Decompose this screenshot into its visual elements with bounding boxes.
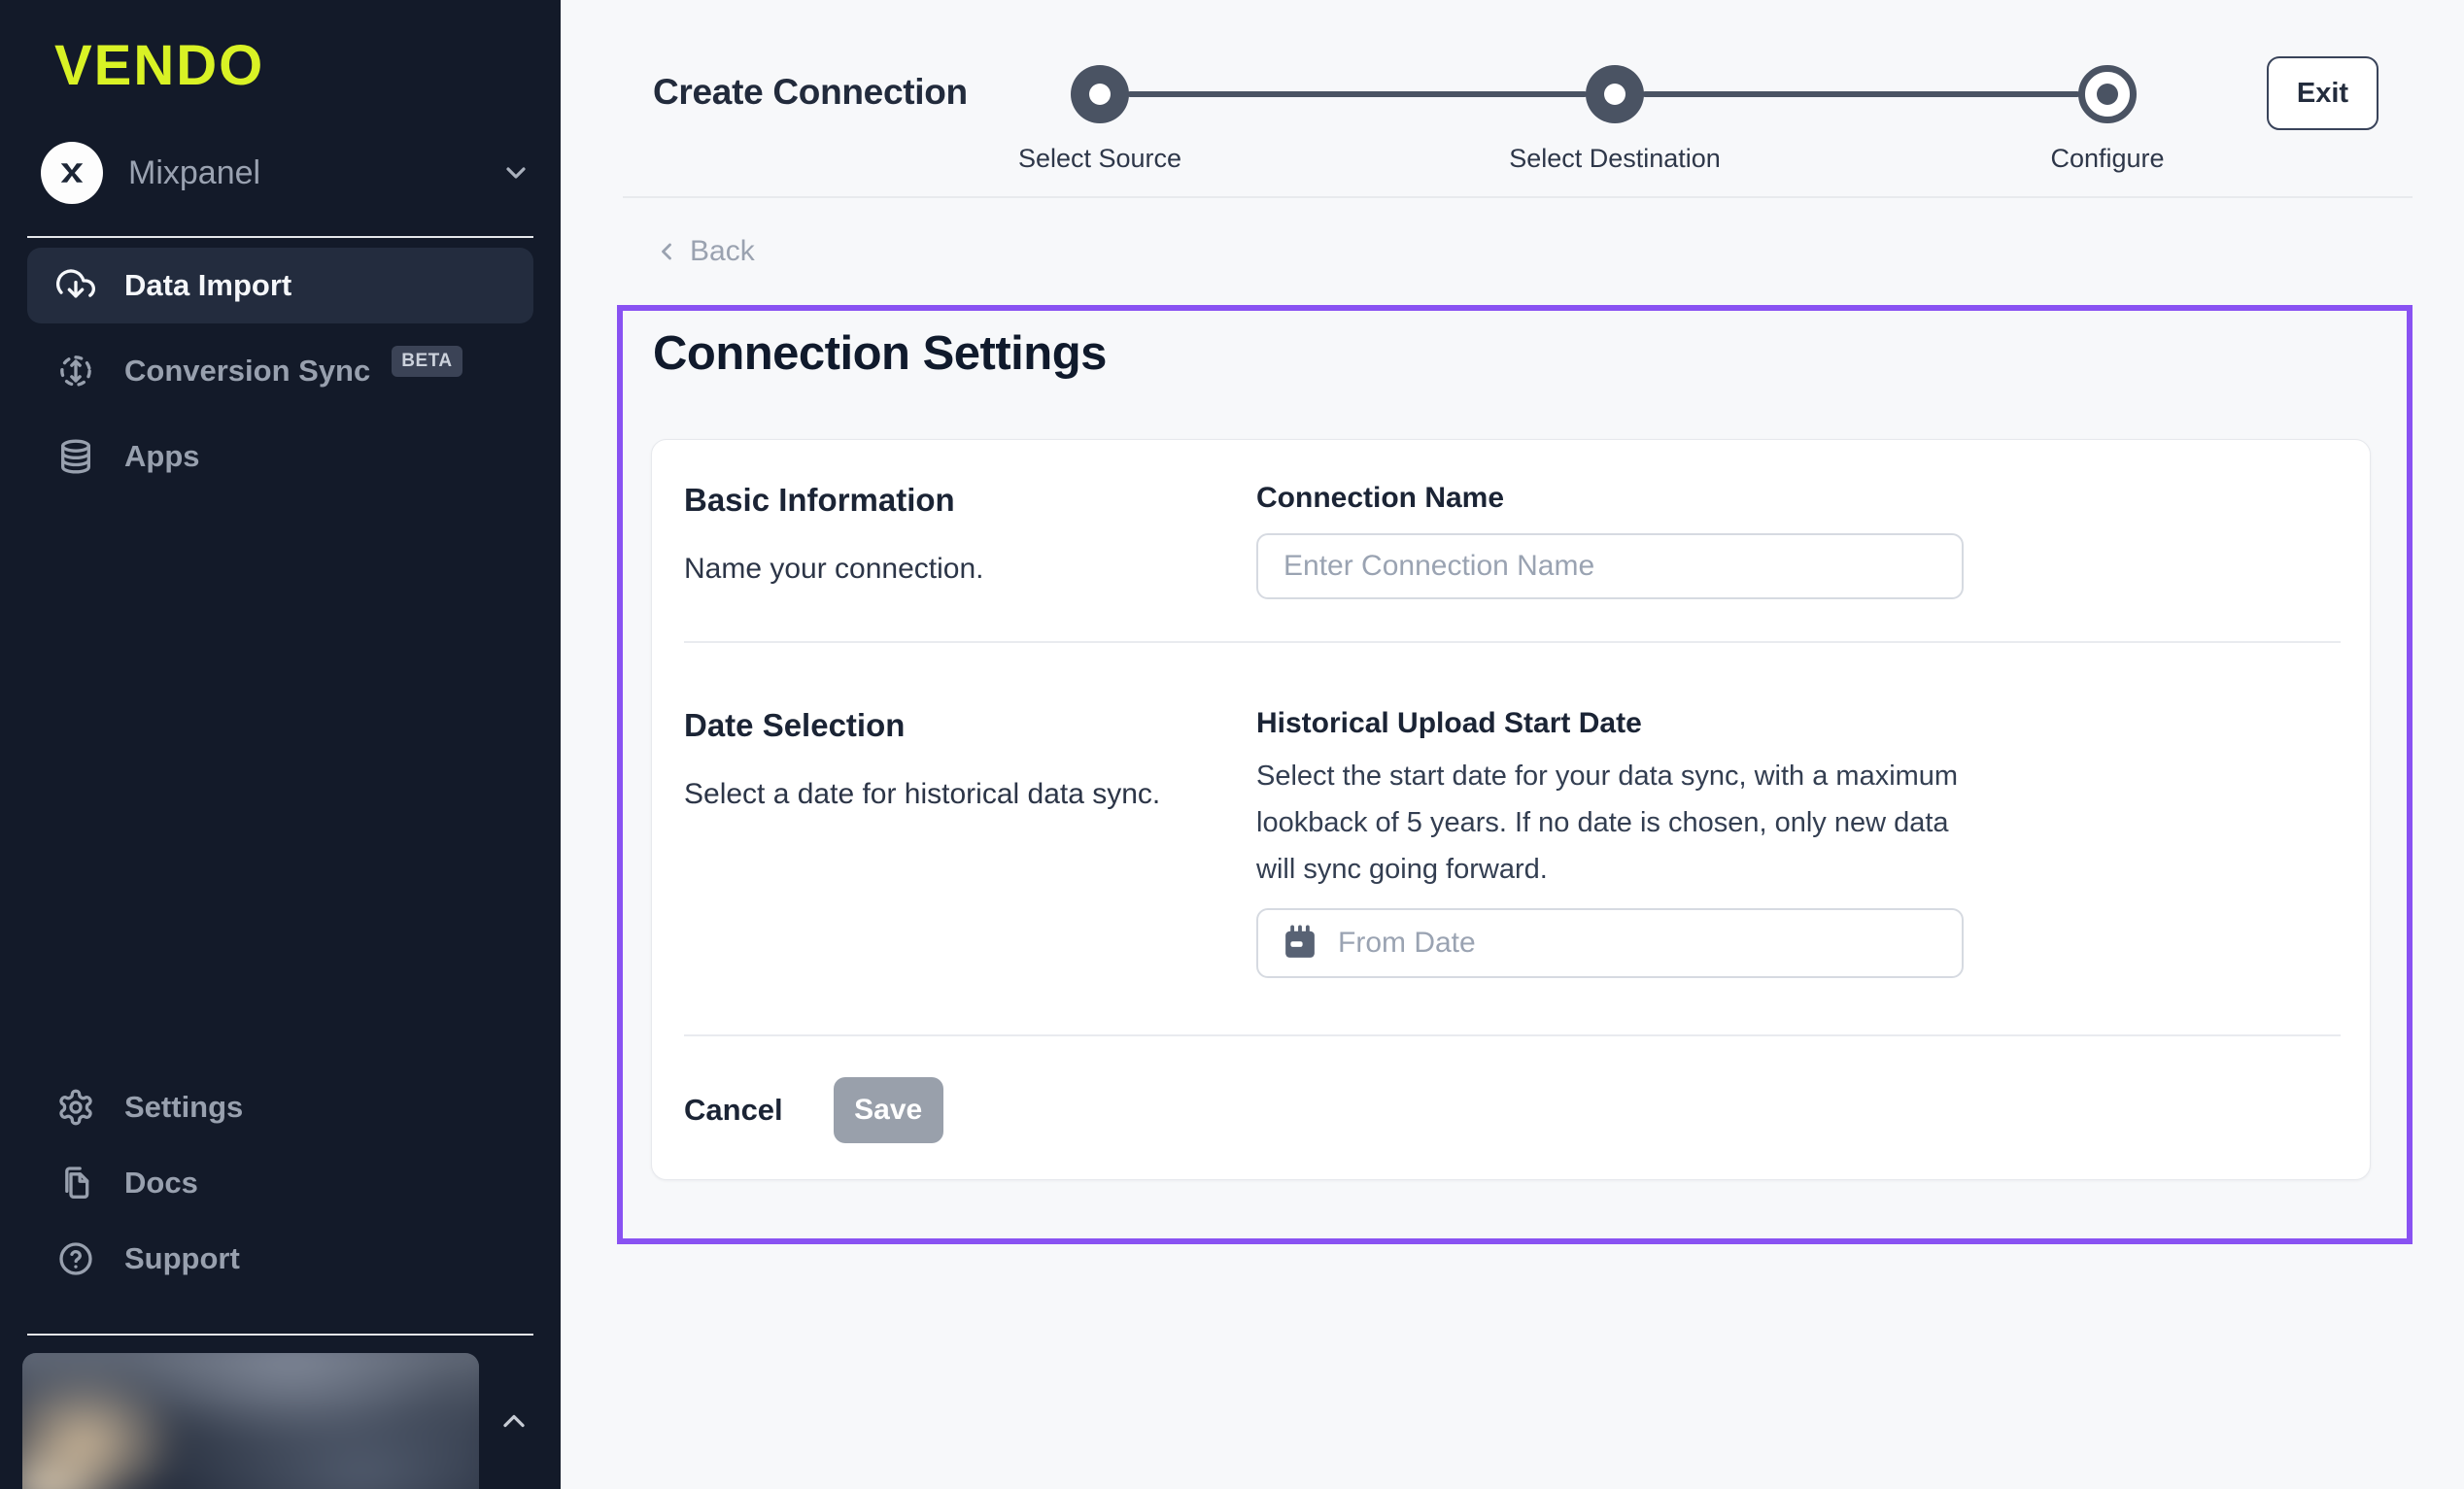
- sidebar-divider: [27, 236, 533, 238]
- sidebar-item-label: Settings: [124, 1090, 243, 1125]
- sidebar-item-docs[interactable]: Docs: [27, 1145, 533, 1221]
- sidebar-item-label: Conversion Sync: [124, 354, 370, 389]
- sidebar: VENDO Mixpanel Data Import Conversion Sy…: [0, 0, 561, 1489]
- settings-card: Basic Information Name your connection. …: [651, 439, 2371, 1180]
- step-connector: [1642, 91, 2080, 97]
- section-subtext: Select a date for historical data sync.: [684, 778, 1256, 811]
- chevron-down-icon[interactable]: [500, 157, 531, 188]
- step-connector: [1127, 91, 1588, 97]
- gear-icon: [56, 1088, 95, 1127]
- connection-name-label: Connection Name: [1256, 481, 2341, 516]
- section-fields: Connection Name: [1256, 481, 2341, 599]
- step-label: Select Source: [1018, 144, 1181, 174]
- sidebar-main-nav: Data Import Conversion Sync BETA Apps: [27, 248, 533, 494]
- user-profile-blurred[interactable]: [22, 1353, 479, 1489]
- save-button[interactable]: Save: [834, 1077, 943, 1143]
- section-divider: [684, 1034, 2341, 1036]
- connection-name-input[interactable]: [1256, 533, 1964, 599]
- back-link-label: Back: [690, 235, 755, 268]
- sidebar-item-settings[interactable]: Settings: [27, 1069, 533, 1145]
- page-header-title: Create Connection: [653, 72, 968, 113]
- main-content: Create Connection Select Source Select D…: [561, 0, 2464, 1489]
- sidebar-item-apps[interactable]: Apps: [27, 419, 533, 494]
- from-date-field: [1256, 908, 1964, 978]
- start-date-description: Select the start date for your data sync…: [1256, 753, 1962, 893]
- calendar-icon: [1280, 923, 1320, 964]
- axis-arrows-icon: [56, 352, 95, 390]
- cancel-button[interactable]: Cancel: [684, 1093, 783, 1128]
- sidebar-item-label: Data Import: [124, 268, 291, 303]
- date-selection-section: Date Selection Select a date for histori…: [684, 706, 2341, 978]
- sidebar-divider-bottom: [27, 1334, 533, 1336]
- form-actions: Cancel Save: [684, 1077, 2341, 1143]
- mixpanel-logo-icon: [41, 142, 103, 204]
- step-circle-configure: [2078, 65, 2137, 123]
- step-circle-select-destination: [1586, 65, 1644, 123]
- start-date-label: Historical Upload Start Date: [1256, 706, 2341, 741]
- profile-row: [22, 1353, 531, 1489]
- section-fields: Historical Upload Start Date Select the …: [1256, 706, 2341, 978]
- section-subtext: Name your connection.: [684, 553, 1256, 586]
- section-intro: Date Selection Select a date for histori…: [684, 706, 1256, 978]
- section-heading: Basic Information: [684, 481, 1256, 520]
- sidebar-item-data-import[interactable]: Data Import: [27, 248, 533, 323]
- sidebar-item-support[interactable]: Support: [27, 1221, 533, 1297]
- basic-information-section: Basic Information Name your connection. …: [684, 481, 2341, 599]
- sidebar-item-conversion-sync[interactable]: Conversion Sync BETA: [27, 333, 533, 409]
- sidebar-item-label: Support: [124, 1241, 240, 1276]
- sidebar-spacer: [0, 494, 561, 1060]
- step-label: Select Destination: [1509, 144, 1721, 174]
- exit-button[interactable]: Exit: [2267, 56, 2378, 130]
- section-intro: Basic Information Name your connection.: [684, 481, 1256, 599]
- database-icon: [56, 437, 95, 476]
- back-link[interactable]: Back: [653, 235, 755, 268]
- step-circle-select-source: [1071, 65, 1129, 123]
- help-circle-icon: [56, 1239, 95, 1278]
- workspace-selector[interactable]: Mixpanel: [41, 142, 531, 204]
- workspace-name: Mixpanel: [128, 154, 260, 192]
- topbar: Create Connection Select Source Select D…: [623, 0, 2413, 196]
- panel-title: Connection Settings: [653, 324, 2407, 383]
- header-divider: [623, 196, 2413, 198]
- step-label: Configure: [2050, 144, 2164, 174]
- document-pages-icon: [56, 1164, 95, 1202]
- section-divider: [684, 641, 2341, 643]
- from-date-input[interactable]: [1256, 908, 1964, 978]
- sidebar-item-label: Docs: [124, 1166, 198, 1201]
- vendo-logo: VENDO: [54, 37, 561, 95]
- sidebar-item-label: Apps: [124, 439, 200, 474]
- chevron-up-icon[interactable]: [496, 1404, 531, 1438]
- beta-badge: BETA: [392, 346, 462, 377]
- sidebar-bottom-nav: Settings Docs Support: [27, 1069, 533, 1297]
- section-heading: Date Selection: [684, 706, 1256, 745]
- stepper: Select Source Select Destination Configu…: [1071, 0, 2246, 196]
- chevron-left-icon: [653, 238, 680, 265]
- connection-settings-panel: Connection Settings Basic Information Na…: [617, 305, 2413, 1244]
- cloud-download-icon: [56, 266, 95, 305]
